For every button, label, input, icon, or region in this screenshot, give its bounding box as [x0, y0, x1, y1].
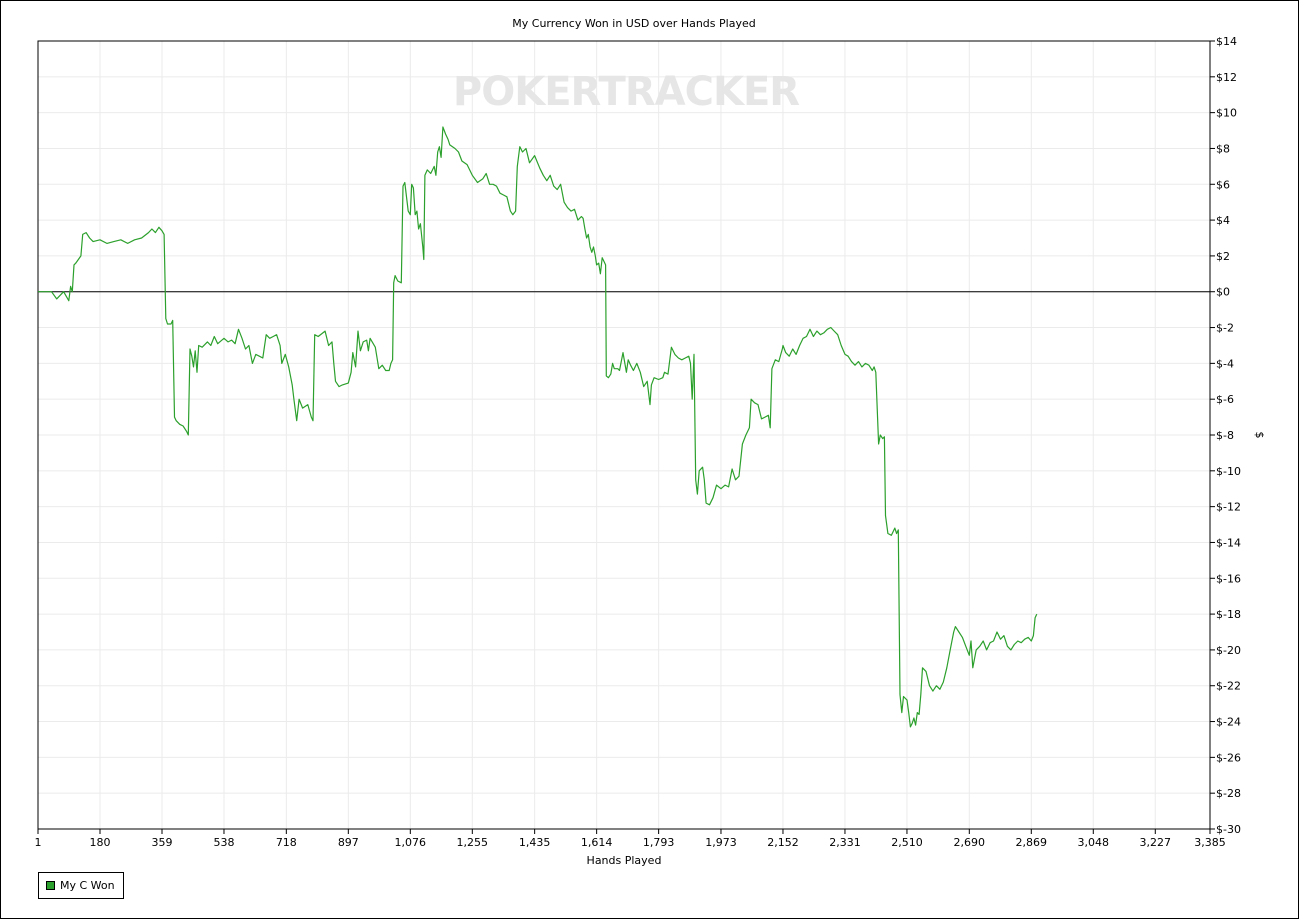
y-tick-label: $12: [1216, 71, 1237, 84]
y-tick-label: $2: [1216, 250, 1230, 263]
y-tick-label: $-8: [1216, 429, 1234, 442]
chart-grid: [38, 40, 1210, 830]
watermark: POKERTRACKER: [453, 69, 799, 115]
x-tick-label: 1,435: [519, 836, 551, 849]
y-tick-label: $-12: [1216, 501, 1241, 514]
y-tick-label: $8: [1216, 142, 1230, 155]
x-tick-label: 1: [35, 836, 42, 849]
y-tick-label: $0: [1216, 286, 1230, 299]
y-tick-label: $10: [1216, 107, 1237, 120]
x-tick-label: 3,048: [1078, 836, 1110, 849]
chart-canvas: POKERTRACKER 1 180 359 538 718 897 1,076 1,255 1…: [35, 17, 1267, 867]
y-tick-label: $-16: [1216, 572, 1241, 585]
y-axis-ticks: $14 $12 $10 $8 $6 $4 $2 $0 $-2 $-4 $-6 $-8 $-10 $-12 $…: [1210, 35, 1241, 836]
x-tick-label: 2,869: [1016, 836, 1048, 849]
x-axis-label: Hands Played: [587, 854, 662, 867]
x-tick-label: 1,973: [705, 836, 737, 849]
y-tick-label: $-6: [1216, 393, 1234, 406]
x-axis-ticks: 1 180 359 538 718 897 1,076 1,255 1,435 1,614 1,79…: [35, 829, 1226, 849]
x-tick-label: 1,614: [581, 836, 613, 849]
x-tick-label: 1,793: [643, 836, 675, 849]
y-tick-label: $-30: [1216, 823, 1241, 836]
y-tick-label: $-20: [1216, 644, 1241, 657]
x-tick-label: 1,255: [457, 836, 489, 849]
legend: My C Won: [38, 872, 124, 899]
y-tick-label: $6: [1216, 178, 1230, 191]
y-tick-label: $-18: [1216, 608, 1241, 621]
x-tick-label: 718: [276, 836, 297, 849]
legend-swatch: [46, 881, 55, 890]
x-tick-label: 897: [338, 836, 359, 849]
y-tick-label: $-10: [1216, 465, 1241, 478]
x-tick-label: 359: [151, 836, 172, 849]
y-tick-label: $14: [1216, 35, 1237, 48]
x-tick-label: 2,331: [829, 836, 861, 849]
y-tick-label: $-22: [1216, 680, 1241, 693]
chart-frame: POKERTRACKER 1 180 359 538 718 897 1,076 1,255 1…: [0, 0, 1299, 919]
chart-title: My Currency Won in USD over Hands Played: [512, 17, 755, 30]
y-tick-label: $-4: [1216, 357, 1234, 370]
y-tick-label: $-14: [1216, 536, 1241, 549]
y-tick-label: $-24: [1216, 716, 1241, 729]
x-tick-label: 180: [89, 836, 110, 849]
y-tick-label: $4: [1216, 214, 1230, 227]
y-axis-label: $: [1253, 432, 1266, 439]
x-tick-label: 2,510: [891, 836, 923, 849]
legend-label: My C Won: [60, 879, 115, 892]
x-tick-label: 3,227: [1140, 836, 1172, 849]
y-tick-label: $-28: [1216, 787, 1241, 800]
x-tick-label: 1,076: [395, 836, 427, 849]
y-tick-label: $-26: [1216, 751, 1241, 764]
x-tick-label: 2,152: [767, 836, 799, 849]
x-tick-label: 3,385: [1194, 836, 1226, 849]
series-line-my-c-won: [38, 126, 1038, 728]
x-tick-label: 2,690: [954, 836, 986, 849]
x-tick-label: 538: [213, 836, 234, 849]
y-tick-label: $-2: [1216, 322, 1234, 335]
